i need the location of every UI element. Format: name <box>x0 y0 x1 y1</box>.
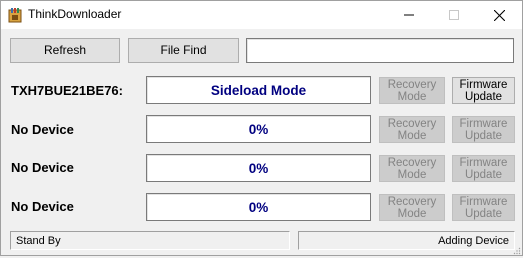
status-panel-left: Stand By <box>10 231 290 250</box>
recovery-label-line1: Recovery <box>387 78 437 91</box>
maximize-icon <box>449 10 459 20</box>
firmware-label-line2: Update <box>464 207 503 220</box>
device-name-4: No Device <box>11 199 74 214</box>
status-panel-right: Adding Device <box>298 231 515 250</box>
recovery-mode-button-4[interactable]: Recovery Mode <box>379 194 445 221</box>
recovery-label-line2: Mode <box>397 129 427 142</box>
firmware-update-button-2[interactable]: Firmware Update <box>452 116 515 143</box>
minimize-icon <box>404 10 414 20</box>
window-title: ThinkDownloader <box>28 7 122 21</box>
status-text-right: Adding Device <box>438 234 509 247</box>
firmware-update-button-4[interactable]: Firmware Update <box>452 194 515 221</box>
device-name-3: No Device <box>11 160 74 175</box>
file-find-button[interactable]: File Find <box>128 38 239 63</box>
status-text-left: Stand By <box>16 234 61 247</box>
device-status-3: 0% <box>146 154 371 182</box>
recovery-label-line1: Recovery <box>387 156 437 169</box>
firmware-update-button-3[interactable]: Firmware Update <box>452 155 515 182</box>
device-status-4: 0% <box>146 193 371 221</box>
minimize-button[interactable] <box>386 1 432 29</box>
title-bar[interactable]: ThinkDownloader <box>1 1 522 29</box>
recovery-label-line2: Mode <box>397 90 427 103</box>
firmware-label-line2: Update <box>464 90 503 103</box>
close-button[interactable] <box>476 1 522 29</box>
file-path-field[interactable] <box>246 38 514 63</box>
recovery-mode-button-2[interactable]: Recovery Mode <box>379 116 445 143</box>
maximize-button[interactable] <box>431 1 477 29</box>
device-status-1: Sideload Mode <box>146 76 371 104</box>
app-icon <box>7 7 23 23</box>
recovery-label-line2: Mode <box>397 168 427 181</box>
recovery-label-line1: Recovery <box>387 117 437 130</box>
firmware-update-button-1[interactable]: Firmware Update <box>452 77 515 104</box>
firmware-label-line1: Firmware <box>459 78 508 91</box>
device-status-2: 0% <box>146 115 371 143</box>
firmware-label-line1: Firmware <box>459 195 508 208</box>
firmware-label-line1: Firmware <box>459 156 508 169</box>
recovery-mode-button-3[interactable]: Recovery Mode <box>379 155 445 182</box>
resize-grip[interactable] <box>513 244 521 255</box>
recovery-label-line2: Mode <box>397 207 427 220</box>
device-name-1: TXH7BUE21BE76: <box>11 83 123 98</box>
firmware-label-line1: Firmware <box>459 117 508 130</box>
close-icon <box>493 9 505 21</box>
firmware-label-line2: Update <box>464 168 503 181</box>
refresh-button[interactable]: Refresh <box>10 38 120 63</box>
firmware-label-line2: Update <box>464 129 503 142</box>
recovery-mode-button-1[interactable]: Recovery Mode <box>379 77 445 104</box>
device-name-2: No Device <box>11 122 74 137</box>
recovery-label-line1: Recovery <box>387 195 437 208</box>
app-window: ThinkDownloader Refresh File Find TXH7BU… <box>0 0 523 256</box>
